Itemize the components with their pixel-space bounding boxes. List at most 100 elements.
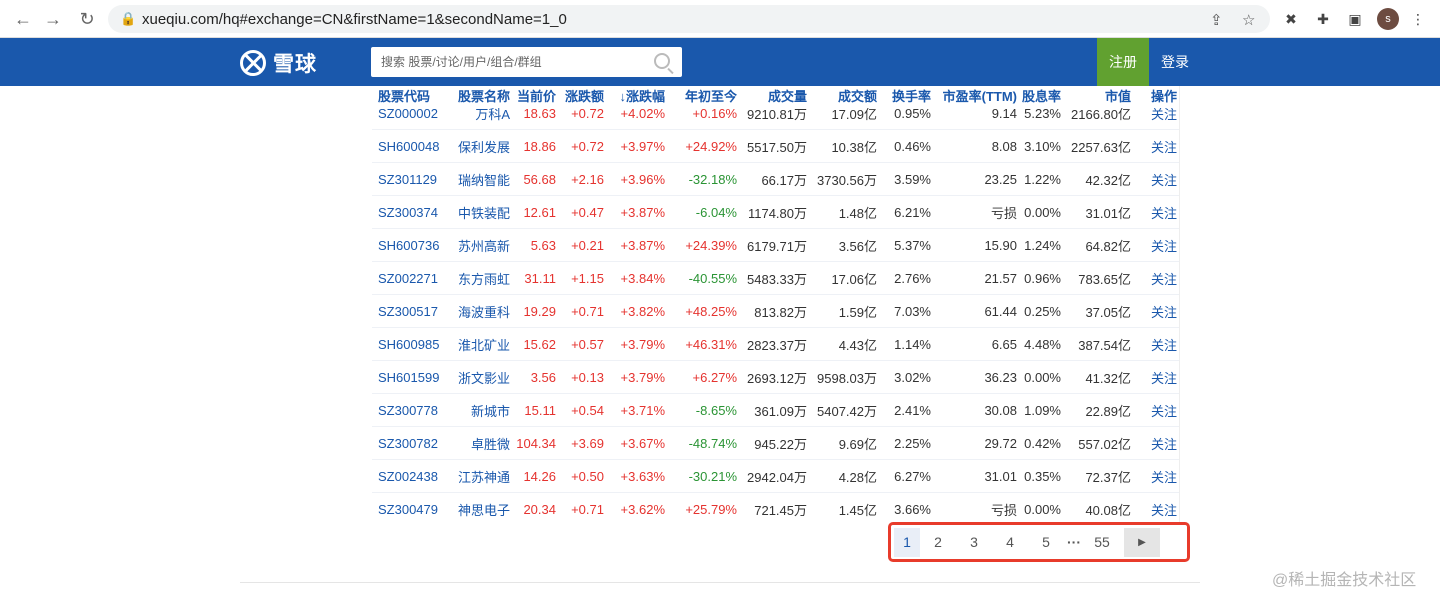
follow-link[interactable]: 关注 [1131,170,1177,189]
market-cap-cell: 557.02亿 [1078,436,1131,452]
dividend-cell: 0.35% [1024,468,1061,484]
login-button[interactable]: 登录 [1149,38,1201,86]
avatar[interactable]: s [1377,8,1399,30]
stock-code-link[interactable]: SZ002438 [372,469,448,484]
extension-icon[interactable]: ✖ [1281,9,1301,29]
column-header[interactable]: ↓涨跌幅 [604,86,665,108]
table-body: SZ000002 万科A 18.63 +0.72 +4.02% +0.16% 9210.81… [372,97,1179,524]
column-header[interactable]: 成交量 [737,86,807,108]
follow-link[interactable]: 关注 [1131,302,1177,321]
page-3-button[interactable]: 3 [956,528,992,557]
follow-link[interactable]: 关注 [1131,269,1177,288]
page-2-button[interactable]: 2 [920,528,956,557]
sidebar-icon[interactable]: ▣ [1345,9,1365,29]
stock-name-link[interactable]: 淮北矿业 [448,335,510,354]
amount-cell: 9598.03万 [817,370,877,386]
follow-link[interactable]: 关注 [1131,335,1177,354]
follow-link[interactable]: 关注 [1131,500,1177,519]
menu-dots-icon[interactable]: ⋮ [1408,9,1428,29]
market-cap-cell: 37.05亿 [1085,304,1131,320]
stock-code-link[interactable]: SH600985 [372,337,448,352]
amount-cell: 1.59亿 [838,304,877,320]
price-cell: 18.86 [523,138,556,154]
price-cell: 31.11 [524,270,556,286]
column-header[interactable]: 股票名称 [448,86,510,108]
column-header[interactable]: 操作 [1131,86,1177,108]
logo[interactable]: 雪球 [240,50,317,76]
stock-name-link[interactable]: 保利发展 [448,137,510,156]
stock-code-link[interactable]: SH601599 [372,370,448,385]
forward-arrow-icon[interactable]: → [42,8,64,30]
column-header[interactable]: 年初至今 [665,86,737,108]
reload-icon[interactable]: ↻ [76,8,98,30]
back-arrow-icon[interactable]: ← [12,8,34,30]
stock-code-link[interactable]: SZ300374 [372,205,448,220]
market-cap-cell: 41.32亿 [1085,370,1131,386]
stock-code-link[interactable]: SZ300782 [372,436,448,451]
site-header: 雪球 注册 登录 [0,38,1440,86]
stock-name-link[interactable]: 神思电子 [448,500,510,519]
url-text[interactable]: xueqiu.com/hq#exchange=CN&firstName=1&se… [142,11,567,28]
stock-name-link[interactable]: 新城市 [448,401,510,420]
column-header[interactable]: 股票代码 [372,86,448,108]
address-bar[interactable]: 🔒 xueqiu.com/hq#exchange=CN&firstName=1&… [108,5,1270,33]
stock-name-link[interactable]: 浙文影业 [448,368,510,387]
follow-link[interactable]: 关注 [1131,137,1177,156]
change-cell: +0.71 [571,501,604,517]
next-page-icon[interactable]: ▶ [1124,528,1160,557]
follow-link[interactable]: 关注 [1131,401,1177,420]
dividend-cell: 0.42% [1024,435,1061,451]
volume-cell: 1174.80万 [747,205,807,221]
change-cell: +0.21 [571,237,604,253]
stock-name-link[interactable]: 中铁装配 [448,203,510,222]
search-input[interactable] [371,47,641,77]
pe-cell: 21.57 [984,270,1017,286]
follow-link[interactable]: 关注 [1131,368,1177,387]
pe-cell: 15.90 [984,237,1017,253]
pe-cell: 31.01 [984,468,1017,484]
volume-cell: 6179.71万 [747,238,807,254]
page-1-button[interactable]: 1 [894,528,920,557]
follow-link[interactable]: 关注 [1131,434,1177,453]
stock-code-link[interactable]: SZ300479 [372,502,448,517]
stock-name-link[interactable]: 海波重科 [448,302,510,321]
follow-link[interactable]: 关注 [1131,236,1177,255]
stock-code-link[interactable]: SZ300517 [372,304,448,319]
stock-code-link[interactable]: SZ301129 [372,172,448,187]
column-header[interactable]: 成交额 [807,86,877,108]
price-cell: 5.63 [530,237,556,253]
volume-cell: 945.22万 [754,436,807,452]
puzzle-icon[interactable]: ✚ [1313,9,1333,29]
stock-name-link[interactable]: 卓胜微 [448,434,510,453]
stock-name-link[interactable]: 东方雨虹 [448,269,510,288]
column-header[interactable]: 市盈率(TTM) [931,86,1017,108]
search-box[interactable] [371,47,682,77]
change-pct-cell: +3.82% [620,303,665,319]
bookmark-star-icon[interactable]: ☆ [1242,11,1255,29]
page-5-button[interactable]: 5 [1028,528,1064,557]
column-header[interactable]: 股息率 [1017,86,1061,108]
column-header[interactable]: 涨跌额 [556,86,604,108]
pagination-ellipsis: ··· [1067,534,1081,550]
pe-cell: 30.08 [984,402,1017,418]
share-icon[interactable]: ⇪ [1210,11,1223,29]
follow-link[interactable]: 关注 [1131,467,1177,486]
page-4-button[interactable]: 4 [992,528,1028,557]
stock-name-link[interactable]: 瑞纳智能 [448,170,510,189]
market-cap-cell: 64.82亿 [1085,238,1131,254]
search-icon[interactable] [654,53,670,69]
column-header[interactable]: 市值 [1061,86,1131,108]
last-page-button[interactable]: 55 [1084,528,1120,557]
stock-code-link[interactable]: SH600048 [372,139,448,154]
column-header[interactable]: 当前价 [510,86,556,108]
stock-name-link[interactable]: 苏州高新 [448,236,510,255]
stock-name-link[interactable]: 江苏神通 [448,467,510,486]
stock-code-link[interactable]: SZ002271 [372,271,448,286]
column-header[interactable]: 换手率 [877,86,931,108]
follow-link[interactable]: 关注 [1131,203,1177,222]
stock-code-link[interactable]: SZ300778 [372,403,448,418]
change-pct-cell: +3.63% [620,468,665,484]
stock-code-link[interactable]: SH600736 [372,238,448,253]
footer-divider [240,582,1200,583]
register-button[interactable]: 注册 [1097,38,1149,86]
